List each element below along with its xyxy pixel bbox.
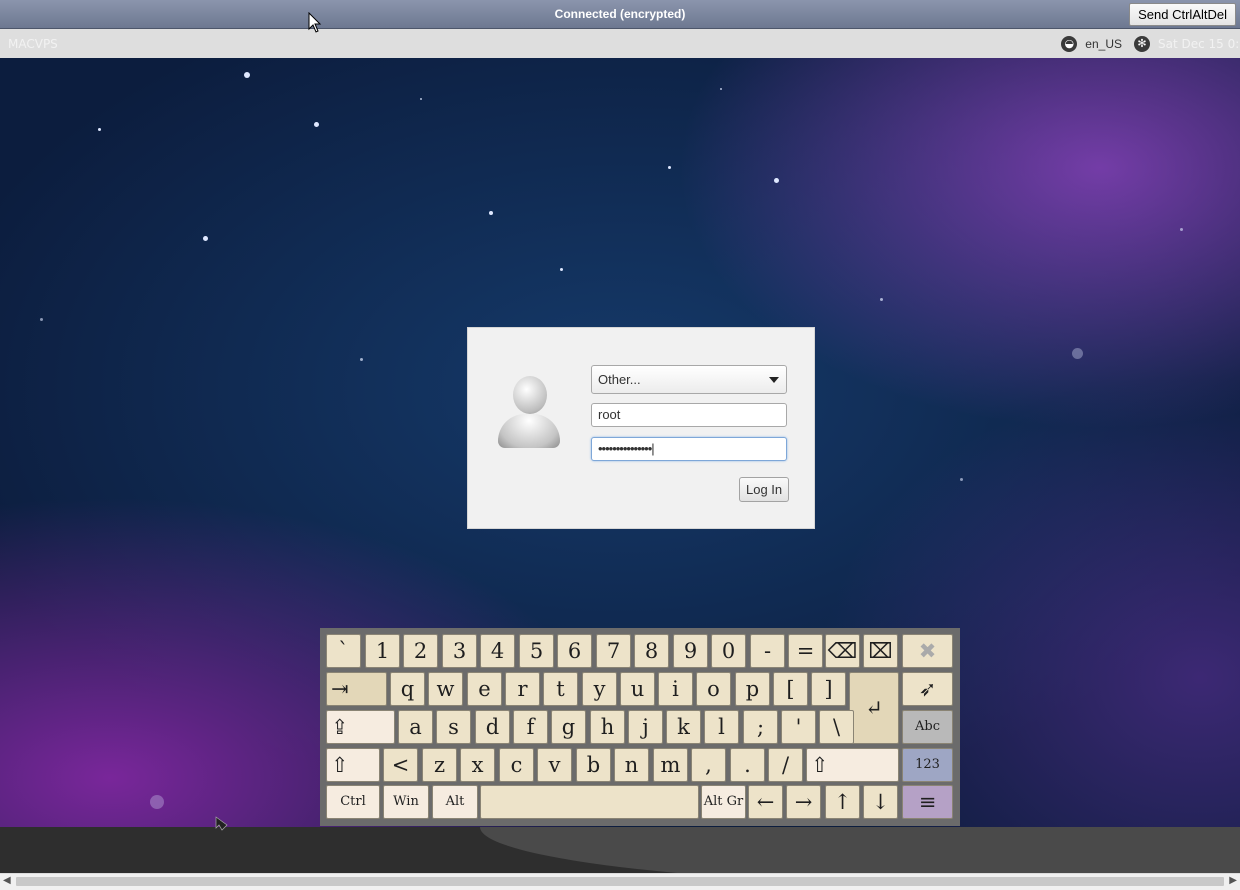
key-row3-8[interactable]: l — [704, 710, 739, 744]
key-row1-5[interactable]: 5 — [519, 634, 554, 668]
clock-label: Sat Dec 15 0: — [1158, 36, 1240, 51]
user-select-dropdown[interactable]: Other... — [591, 365, 787, 394]
key-row3-0[interactable]: a — [398, 710, 433, 744]
language-indicator[interactable]: en_US — [1085, 37, 1122, 51]
win-key[interactable]: Win — [383, 785, 429, 819]
login-dialog: Other... root •••••••••••••••| Log In — [467, 327, 815, 529]
horizontal-scrollbar[interactable]: ◀ ▶ — [0, 873, 1240, 890]
user-avatar-icon — [496, 376, 562, 452]
key-row3-6[interactable]: j — [628, 710, 663, 744]
key-row3-2[interactable]: d — [475, 710, 510, 744]
key-row3-1[interactable]: s — [436, 710, 471, 744]
panel-indicators: ◒ en_US ✻ Sat Dec 15 0: — [1061, 29, 1240, 58]
key-row1-4[interactable]: 4 — [480, 634, 515, 668]
greeter-top-panel: MACVPS ◒ en_US ✻ Sat Dec 15 0: — [0, 29, 1240, 59]
hostname-label: MACVPS — [8, 37, 58, 51]
key-row4-0[interactable]: < — [383, 748, 418, 782]
keyboard-menu-icon[interactable]: ≡ — [902, 785, 953, 819]
key-row3-4[interactable]: g — [551, 710, 586, 744]
vnc-toolbar: Connected (encrypted) Send CtrlAltDel — [0, 0, 1240, 29]
key-row2-6[interactable]: u — [620, 672, 655, 706]
key-row2-9[interactable]: p — [735, 672, 770, 706]
enter-key[interactable]: ↵ — [849, 672, 899, 744]
key-row1-8[interactable]: 8 — [634, 634, 669, 668]
user-select-value: Other... — [598, 372, 641, 387]
key-row1-10[interactable]: 0 — [711, 634, 746, 668]
key-row3-7[interactable]: k — [666, 710, 701, 744]
left-shift-key[interactable]: ⇧ — [326, 748, 380, 782]
right-shift-key[interactable]: ⇧ — [806, 748, 899, 782]
key-row4-5[interactable]: b — [576, 748, 611, 782]
pointer-mode-icon[interactable]: ➶ — [902, 672, 953, 706]
arrow-down-key[interactable]: ↓ — [863, 785, 898, 819]
dropdown-arrow-icon — [769, 377, 779, 383]
key-row4-1[interactable]: z — [422, 748, 457, 782]
key-row2-10[interactable]: [ — [773, 672, 808, 706]
key-row2-4[interactable]: t — [543, 672, 578, 706]
log-in-button[interactable]: Log In — [739, 477, 790, 502]
password-input[interactable]: •••••••••••••••| — [591, 437, 787, 461]
key-row1-0[interactable]: ` — [326, 634, 361, 668]
key-row1-11[interactable]: - — [750, 634, 785, 668]
caps-lock-key[interactable]: ⇪ — [326, 710, 395, 744]
key-row4-10[interactable]: / — [768, 748, 803, 782]
alt-gr-key[interactable]: Alt Gr — [701, 785, 746, 819]
on-screen-keyboard: ` 1 2 3 4 5 6 7 8 9 0- = ⌫ ⌧ ✖ ⇥ q w e r t y u i o p[] ↵ ➶ ⇪… — [320, 628, 960, 826]
key-row3-5[interactable]: h — [590, 710, 625, 744]
key-row3-10[interactable]: ' — [781, 710, 816, 744]
key-row1-3[interactable]: 3 — [442, 634, 477, 668]
accessibility-icon[interactable]: ✻ — [1134, 35, 1150, 52]
key-row2-2[interactable]: e — [467, 672, 502, 706]
key-row4-2[interactable]: x — [460, 748, 495, 782]
key-row4-9[interactable]: . — [730, 748, 765, 782]
bottom-area — [0, 827, 1240, 873]
backspace-key[interactable]: ⌫ — [825, 634, 860, 668]
abc-layout-button[interactable]: Abc — [902, 710, 953, 744]
tab-key[interactable]: ⇥ — [326, 672, 387, 706]
scroll-right-arrow-icon[interactable]: ▶ — [1229, 875, 1237, 886]
scroll-left-arrow-icon[interactable]: ◀ — [3, 875, 11, 886]
key-row2-11[interactable]: ] — [811, 672, 846, 706]
key-row1-1[interactable]: 1 — [365, 634, 400, 668]
remote-cursor-icon — [215, 816, 228, 831]
delete-key[interactable]: ⌧ — [863, 634, 898, 668]
key-row1-2[interactable]: 2 — [403, 634, 438, 668]
space-key[interactable] — [480, 785, 699, 819]
key-row3-9[interactable]: ; — [743, 710, 778, 744]
close-keyboard-icon[interactable]: ✖ — [902, 634, 953, 668]
key-row3-11[interactable]: \ — [819, 710, 854, 744]
alt-key[interactable]: Alt — [432, 785, 478, 819]
arrow-up-key[interactable]: ↑ — [825, 785, 860, 819]
key-row2-0[interactable]: q — [390, 672, 425, 706]
key-row2-8[interactable]: o — [696, 672, 731, 706]
key-row4-8[interactable]: , — [691, 748, 726, 782]
number-layout-button[interactable]: 123 — [902, 748, 953, 782]
key-row2-7[interactable]: i — [658, 672, 693, 706]
mouse-cursor-icon — [308, 12, 322, 33]
ctrl-key[interactable]: Ctrl — [326, 785, 380, 819]
key-row4-6[interactable]: n — [614, 748, 649, 782]
key-row1-6[interactable]: 6 — [557, 634, 592, 668]
key-row4-3[interactable]: c — [499, 748, 534, 782]
username-input[interactable]: root — [591, 403, 787, 427]
network-icon[interactable]: ◒ — [1061, 35, 1078, 52]
key-row4-4[interactable]: v — [537, 748, 572, 782]
send-ctrl-alt-del-button[interactable]: Send CtrlAltDel — [1129, 3, 1236, 26]
arrow-right-key[interactable]: → — [786, 785, 821, 819]
key-row2-3[interactable]: r — [505, 672, 540, 706]
scrollbar-thumb[interactable] — [16, 877, 1224, 886]
connection-status: Connected (encrypted) — [554, 7, 686, 21]
arrow-left-key[interactable]: ← — [748, 785, 783, 819]
key-row1-12[interactable]: = — [788, 634, 823, 668]
key-row3-3[interactable]: f — [513, 710, 548, 744]
key-row1-7[interactable]: 7 — [596, 634, 631, 668]
key-row1-9[interactable]: 9 — [673, 634, 708, 668]
key-row2-1[interactable]: w — [428, 672, 463, 706]
key-row2-5[interactable]: y — [582, 672, 617, 706]
key-row4-7[interactable]: m — [653, 748, 688, 782]
